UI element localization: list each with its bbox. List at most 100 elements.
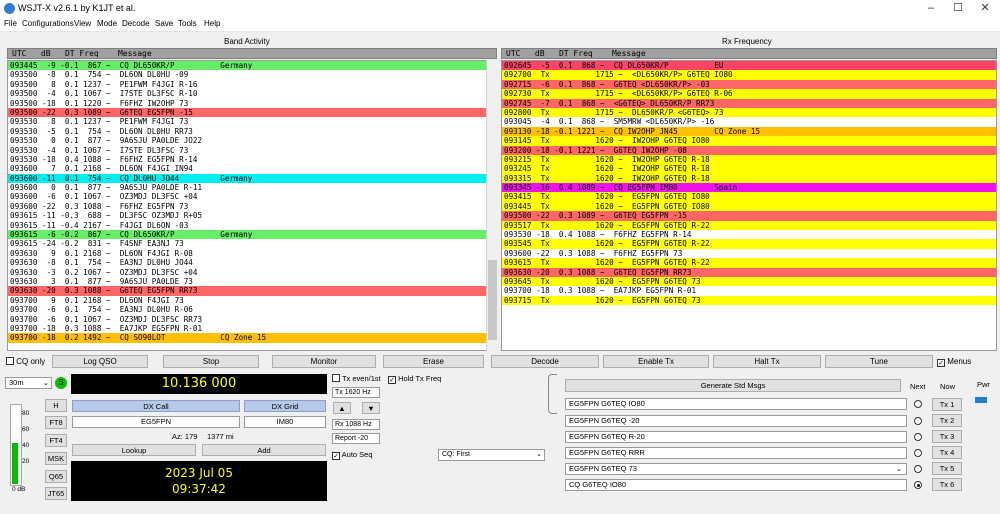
rx-frequency-row[interactable]: 093415 Tx 1620 ~ EG5FPN G6TEQ IO80 [502, 192, 996, 202]
down-arrow-icon[interactable]: ▼ [362, 402, 380, 414]
band-activity-row[interactable]: 093700 9 0.1 2168 ~ DL6ON F4JGI 73 [8, 296, 496, 305]
std-msg-5-select[interactable]: EG5FPN G6TEQ 73 ⌄ [565, 463, 907, 475]
mode-msk-button[interactable]: MSK [45, 452, 67, 465]
band-activity-row[interactable]: 093600 -22 0.3 1088 ~ F6FHZ EG5FPN 73 [8, 202, 496, 211]
menu-tools[interactable]: Tools [178, 19, 197, 28]
band-activity-row[interactable]: 093700 -18 0.2 1492 ~ CQ SO90LOT CQ Zone… [8, 333, 496, 343]
rx-frequency-row[interactable]: 093445 Tx 1620 ~ EG5FPN G6TEQ IO80 [502, 201, 996, 212]
mode-h-button[interactable]: H [45, 399, 67, 412]
lookup-button[interactable]: Lookup [72, 444, 196, 456]
rx-frequency-row[interactable]: 093715 Tx 1620 ~ EG5FPN G6TEQ 73 [502, 295, 996, 306]
band-activity-row[interactable]: 093530 -4 0.1 1067 ~ I7STE DL3FSC 73 [8, 146, 496, 155]
std-msg-3[interactable]: EG5FPN G6TEQ R-20 [565, 431, 907, 443]
close-icon[interactable]: ✕ [972, 0, 998, 18]
mode-jt65-button[interactable]: JT65 [45, 487, 67, 500]
band-select[interactable]: 30m ⌄ [5, 377, 52, 389]
menu-configurations[interactable]: Configurations [22, 19, 74, 28]
tx1-button[interactable]: Tx 1 [932, 398, 962, 411]
rx-frequency-row[interactable]: 093630 -20 0.3 1088 ~ G6TEQ EG5FPN RR73 [502, 267, 996, 277]
band-activity-row[interactable]: 093445 -9 -0.1 867 ~ CQ DL650KR/P German… [8, 61, 496, 71]
rx-frequency-row[interactable]: 093500 -22 0.3 1089 ~ G6TEQ EG5FPN -15 [502, 211, 996, 221]
std-msg-2[interactable]: EG5FPN G6TEQ -20 [565, 415, 907, 427]
band-activity-row[interactable]: 093500 -18 0.1 1220 ~ F6FHZ IW2OHP 73 [8, 99, 496, 108]
band-activity-row[interactable]: 093630 -8 0.1 754 ~ EA3NJ DL0HU JO44 [8, 258, 496, 267]
monitor-button[interactable]: Monitor [272, 355, 376, 368]
rx-frequency-row[interactable]: 093145 Tx 1620 ~ IW2OHP G6TEQ IO80 [502, 136, 996, 146]
rx-frequency-row[interactable]: 093600 -22 0.3 1088 ~ F6FHZ EG5FPN 73 [502, 249, 996, 258]
band-activity-row[interactable]: 093630 -20 0.3 1088 ~ G6TEQ EG5FPN RR73 [8, 286, 496, 296]
cq-only-checkbox[interactable]: CQ only [6, 357, 45, 366]
std-msg-1[interactable]: EG5FPN G6TEQ IO80 [565, 398, 907, 410]
band-activity-row[interactable]: 093530 8 0.1 1237 ~ PE1FWM F4JGI 73 [8, 117, 496, 126]
menus-checkbox[interactable]: ✓ Menus [937, 357, 971, 367]
band-activity-row[interactable]: 093600 0 0.1 877 ~ 9A6SJU PA0LDE R-11 [8, 183, 496, 192]
minimize-icon[interactable]: – [918, 0, 944, 18]
up-arrow-icon[interactable]: ▲ [333, 402, 351, 414]
dx-grid-input[interactable]: IM80 [244, 416, 326, 428]
auto-seq-checkbox[interactable]: ✓ Auto Seq [332, 450, 373, 460]
rx-frequency-row[interactable]: 093545 Tx 1620 ~ EG5FPN G6TEQ R-22 [502, 239, 996, 249]
band-activity-row[interactable]: 093630 -3 0.2 1067 ~ OZ3MDJ DL3FSC +04 [8, 268, 496, 277]
tune-button[interactable]: Tune [825, 355, 933, 368]
band-activity-row[interactable]: 093500 8 0.1 1237 ~ PE1FWM F4JGI R-16 [8, 80, 496, 89]
tx6-button[interactable]: Tx 6 [932, 478, 962, 491]
rx-frequency-list[interactable]: 092645 -5 0.1 868 ~ CQ DL650KR/P EU 09270… [501, 60, 997, 351]
rx-frequency-row[interactable]: 092715 -6 0.1 868 ~ G6TEQ <DL650KR/P> -0… [502, 79, 996, 90]
menu-mode[interactable]: Mode [97, 19, 117, 28]
band-activity-row[interactable]: 093500 -8 0.1 754 ~ DL6ON DL0HU -09 [8, 70, 496, 79]
report-spinbox[interactable]: Report -20 [332, 433, 380, 444]
rx-frequency-row[interactable]: 093315 Tx 1620 ~ IW2OHP G6TEQ R-18 [502, 173, 996, 184]
band-activity-row[interactable]: 093500 -22 0.3 1089 ~ G6TEQ EG5FPN -15 [8, 107, 496, 118]
band-activity-row[interactable]: 093500 -4 0.1 1067 ~ I7STE DL3FSC R-10 [8, 89, 496, 98]
band-activity-row[interactable]: 093615 -24 -0.2 831 ~ F4SNF EA3NJ 73 [8, 239, 496, 248]
mode-q65-button[interactable]: Q65 [45, 470, 67, 483]
cq-select[interactable]: CQ: First ⌄ [438, 449, 545, 461]
band-activity-row[interactable]: 093530 -5 0.1 754 ~ DL6ON DL0HU RR73 [8, 127, 496, 136]
halt-tx-button[interactable]: Halt Tx [713, 355, 821, 368]
next-radio-2[interactable] [914, 417, 922, 425]
rx-frequency-row[interactable]: 093645 Tx 1620 ~ EG5FPN G6TEQ 73 [502, 276, 996, 287]
tx5-button[interactable]: Tx 5 [932, 462, 962, 475]
rx-frequency-row[interactable]: 093130 -18 -0.1 1221 ~ CQ IW2OHP JN45 CQ… [502, 126, 996, 137]
band-activity-row[interactable]: 093530 -18 0.4 1088 ~ F6FHZ EG5FPN R-14 [8, 155, 496, 164]
menu-save[interactable]: Save [155, 19, 173, 28]
band-activity-row[interactable]: 093600 7 0.1 2168 ~ DL6ON F4JGI IN94 [8, 164, 496, 173]
menu-decode[interactable]: Decode [122, 19, 150, 28]
rx-frequency-row[interactable]: 093200 -18 -0.1 1221 ~ G6TEQ IW2OHP -08 [502, 145, 996, 155]
generate-std-msgs-button[interactable]: Generate Std Msgs [565, 379, 901, 392]
band-activity-row[interactable]: 093630 3 0.1 877 ~ 9A6SJU PA0LDE 73 [8, 277, 496, 286]
mode-ft4-button[interactable]: FT4 [45, 434, 67, 447]
band-activity-row[interactable]: 093600 -11 0.1 754 ~ CQ DL0HU JO44 Germa… [8, 173, 496, 184]
band-activity-row[interactable]: 093630 9 0.1 2168 ~ DL6ON F4JGI R-08 [8, 249, 496, 258]
rx-frequency-row[interactable]: 092800 Tx 1715 ~ DL650KR/P <G6TEQ> 73 [502, 107, 996, 118]
power-slider-handle[interactable] [975, 397, 987, 403]
tx2-button[interactable]: Tx 2 [932, 414, 962, 427]
tx-freq-spinbox[interactable]: Tx 1620 Hz [332, 387, 380, 398]
maximize-icon[interactable]: ☐ [945, 0, 971, 18]
std-msg-4[interactable]: EG5FPN G6TEQ RRR [565, 447, 907, 459]
std-msg-6[interactable]: CQ G6TEQ IO80 [565, 479, 907, 491]
band-activity-row[interactable]: 093615 -11 -0.3 688 ~ DL3FSC OZ3MDJ R+05 [8, 211, 496, 220]
rx-frequency-row[interactable]: 093530 -18 0.4 1088 ~ F6FHZ EG5FPN R-14 [502, 230, 996, 239]
rx-frequency-row[interactable]: 093215 Tx 1620 ~ IW2OHP G6TEQ R-18 [502, 154, 996, 165]
add-button[interactable]: Add [202, 444, 326, 456]
hold-tx-freq-checkbox[interactable]: ✓ Hold Tx Freq [388, 374, 441, 384]
stop-button[interactable]: Stop [163, 355, 259, 368]
band-activity-row[interactable]: 093615 -6 -0.2 867 ~ CQ DL650KR/P German… [8, 230, 496, 240]
rx-freq-spinbox[interactable]: Rx 1088 Hz [332, 419, 380, 430]
next-radio-4[interactable] [914, 449, 922, 457]
rx-frequency-row[interactable]: 092700 Tx 1715 ~ <DL650KR/P> G6TEQ IO80 [502, 70, 996, 80]
enable-tx-button[interactable]: Enable Tx [603, 355, 709, 368]
band-activity-row[interactable]: 093615 -11 -0.4 2167 ~ F4JGI DL6ON -03 [8, 221, 496, 230]
next-radio-1[interactable] [914, 400, 922, 408]
next-radio-5[interactable] [914, 465, 922, 473]
band-activity-list[interactable]: 093445 -9 -0.1 867 ~ CQ DL650KR/P German… [7, 60, 497, 351]
rx-frequency-row[interactable]: 092730 Tx 1715 ~ <DL650KR/P> G6TEQ R-06 [502, 89, 996, 99]
menu-view[interactable]: View [74, 19, 91, 28]
tx3-button[interactable]: Tx 3 [932, 430, 962, 443]
band-activity-row[interactable]: 093600 -6 0.1 1067 ~ OZ3MDJ DL3FSC +04 [8, 192, 496, 201]
mode-ft8-button[interactable]: FT8 [45, 416, 67, 429]
next-radio-6[interactable] [914, 481, 922, 489]
band-activity-row[interactable]: 093700 -6 0.1 754 ~ EA3NJ DL0HU R-06 [8, 305, 496, 314]
next-radio-3[interactable] [914, 433, 922, 441]
